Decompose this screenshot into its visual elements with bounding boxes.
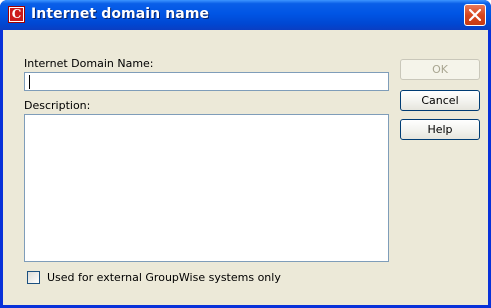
close-icon xyxy=(469,9,481,21)
dialog-window: C Internet domain name Internet Domain N… xyxy=(0,0,491,308)
close-button[interactable] xyxy=(464,4,486,26)
external-groupwise-checkbox[interactable] xyxy=(27,271,40,284)
dialog-body: Internet Domain Name: Description: OK Ca… xyxy=(3,30,488,305)
cancel-button[interactable]: Cancel xyxy=(400,90,480,111)
domain-name-label: Internet Domain Name: xyxy=(24,57,154,70)
title-bar[interactable]: C Internet domain name xyxy=(0,0,491,30)
description-textarea[interactable] xyxy=(24,114,389,262)
window-title: Internet domain name xyxy=(31,6,210,22)
app-icon: C xyxy=(8,6,25,23)
external-groupwise-label[interactable]: Used for external GroupWise systems only xyxy=(47,271,281,284)
domain-name-input[interactable] xyxy=(24,72,389,91)
app-icon-glyph: C xyxy=(10,7,23,21)
ok-button[interactable]: OK xyxy=(400,59,480,80)
description-label: Description: xyxy=(24,99,91,112)
help-button[interactable]: Help xyxy=(400,119,480,140)
text-caret xyxy=(29,75,30,89)
